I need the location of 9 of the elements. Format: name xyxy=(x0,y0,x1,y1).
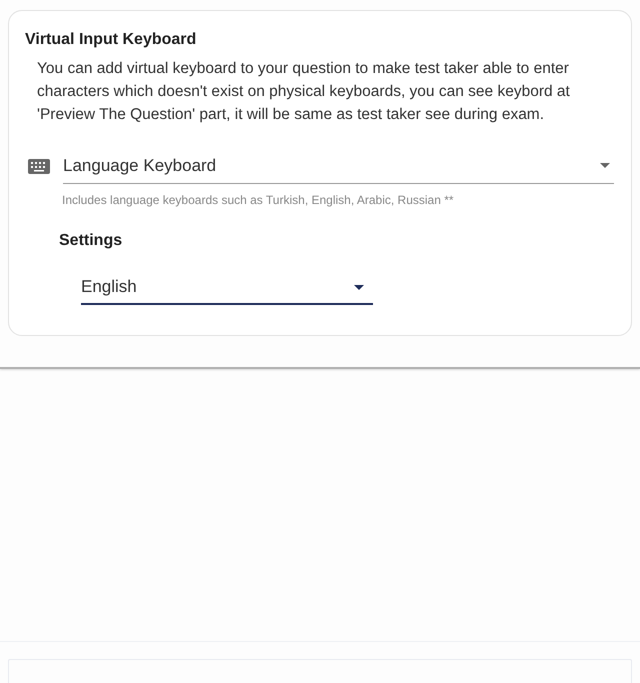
language-select[interactable]: English xyxy=(81,271,373,305)
description-text: You can add virtual keyboard to your question to make test taker able to enter characters which doesn't exist on physical keyboards, you can see keybord at 'Preview The Question' part, it will be same as test taker see during exam. xyxy=(36,59,571,125)
keyboard-type-select[interactable]: Language Keyboard xyxy=(63,148,614,184)
dropdown-arrow-icon xyxy=(600,163,610,168)
settings-heading: Settings xyxy=(59,231,124,251)
keyboard-icon xyxy=(28,158,50,174)
dropdown-arrow-icon xyxy=(354,284,364,290)
helper-text: Includes language keyboards such as Turkish, English, Arabic, Russian ** xyxy=(62,192,455,209)
card-title: Virtual Input Keyboard xyxy=(25,30,198,50)
